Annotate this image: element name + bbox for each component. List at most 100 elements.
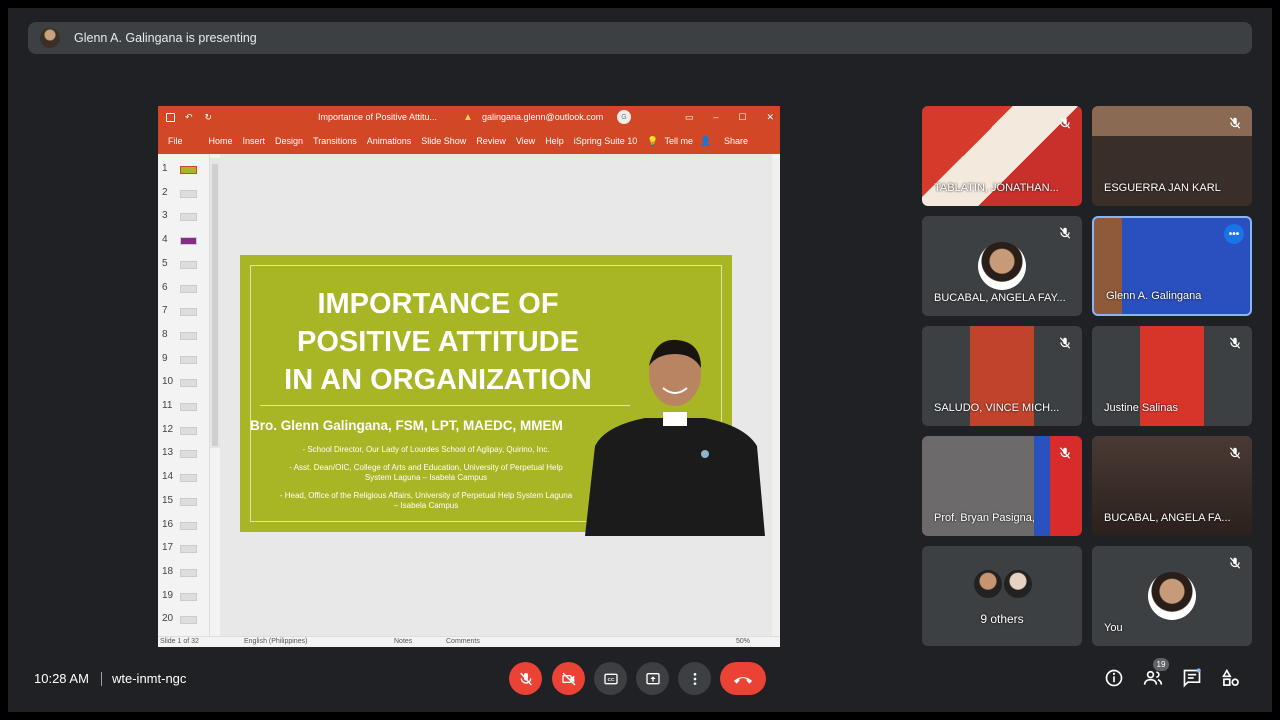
zoom-level: 50% xyxy=(736,638,751,645)
captions-icon: CC xyxy=(603,673,618,684)
slide-thumbnail: 17 xyxy=(162,539,206,559)
slide-thumbnail: 7 xyxy=(162,302,206,322)
slide-mini xyxy=(180,545,197,554)
more-options-button[interactable] xyxy=(678,662,711,695)
slide-thumbnail: 1 xyxy=(162,160,206,180)
thumb-scrollbar xyxy=(210,158,220,448)
slide-number: 9 xyxy=(162,352,168,364)
clock: 10:28 AM xyxy=(34,671,89,686)
participant-tile[interactable]: BUCABAL, ANGELA FAY... xyxy=(922,216,1082,316)
activities-button[interactable] xyxy=(1220,667,1242,689)
slide-mini xyxy=(180,331,197,340)
participant-tile[interactable]: SALUDO, VINCE MICH... xyxy=(922,326,1082,426)
participant-tile[interactable]: TABLATIN, JONATHAN... xyxy=(922,106,1082,206)
hangup-icon xyxy=(733,676,753,684)
slide-thumbnail: 10 xyxy=(162,373,206,393)
participant-name: Glenn A. Galingana xyxy=(1106,290,1202,302)
ribbon-tab: Transitions xyxy=(313,136,357,146)
slide-thumbnail: 11 xyxy=(162,397,206,417)
speaker-detail: – Isabela Campus xyxy=(393,501,459,510)
redo-icon: ↻ xyxy=(204,111,213,122)
slide-mini xyxy=(180,521,197,530)
slide-thumbnail: 18 xyxy=(162,563,206,583)
speaker-detail: System Laguna – Isabela Campus xyxy=(364,473,488,482)
participant-tile[interactable]: 9 others xyxy=(922,546,1082,646)
avatar xyxy=(972,568,1004,600)
tell-me: Tell me xyxy=(664,136,693,146)
participant-name: You xyxy=(1104,622,1123,634)
ppt-ribbon-tabs: File Home Insert Design Transitions Anim… xyxy=(158,128,780,154)
mic-off-icon xyxy=(1229,117,1241,129)
muted-indicator xyxy=(1058,116,1072,130)
muted-indicator xyxy=(1058,446,1072,460)
close-icon: ✕ xyxy=(766,111,774,122)
mic-off-icon xyxy=(1059,117,1071,129)
muted-indicator xyxy=(1058,336,1072,350)
slide-thumbnail: 12 xyxy=(162,421,206,441)
participant-tile[interactable]: BUCABAL, ANGELA FA... xyxy=(1092,436,1252,536)
account-avatar: G xyxy=(617,110,631,124)
present-button[interactable] xyxy=(636,662,669,695)
slide-mini xyxy=(180,592,197,601)
slide-number: 6 xyxy=(162,281,168,293)
mic-off-icon xyxy=(1229,557,1241,569)
camera-toggle-button[interactable] xyxy=(552,662,585,695)
participant-tile[interactable]: Prof. Bryan Pasigna, xyxy=(922,436,1082,536)
participant-tile[interactable]: ESGUERRA JAN KARL xyxy=(1092,106,1252,206)
participant-tile[interactable]: Justine Salinas xyxy=(1092,326,1252,426)
shared-screen: ↶ ↻ Importance of Positive Attitu... ▲ g… xyxy=(158,106,780,647)
slide-number: 13 xyxy=(162,447,174,459)
slide-thumbnail: 14 xyxy=(162,468,206,488)
meeting-details-button[interactable] xyxy=(1103,667,1125,689)
ribbon-display-icon: ▭ xyxy=(684,111,694,122)
ribbon-tab: Insert xyxy=(242,136,266,146)
slide-thumbnail: 6 xyxy=(162,279,206,299)
ribbon-tab: Slide Show xyxy=(421,136,467,146)
slide-count: Slide 1 of 32 xyxy=(160,638,199,645)
ribbon-tab: Animations xyxy=(366,136,412,146)
avatar xyxy=(1002,568,1034,600)
slide-number: 11 xyxy=(162,400,173,411)
muted-indicator xyxy=(1228,556,1242,570)
mic-off-icon xyxy=(1059,227,1071,239)
slide-mini xyxy=(180,426,197,435)
participant-name: TABLATIN, JONATHAN... xyxy=(934,182,1059,194)
slide-number: 15 xyxy=(162,494,174,506)
slide-thumbnail: 9 xyxy=(162,350,206,370)
minimize-icon: – xyxy=(713,111,719,122)
participant-tile[interactable]: ••• Glenn A. Galingana xyxy=(1092,216,1252,316)
maximize-icon: ☐ xyxy=(738,111,747,122)
tile-options-icon[interactable]: ••• xyxy=(1224,224,1244,244)
presenting-banner: Glenn A. Galingana is presenting xyxy=(28,22,1252,54)
slide-mini xyxy=(180,616,197,625)
comments-toggle: Comments xyxy=(446,638,480,645)
leave-call-button[interactable] xyxy=(720,662,766,695)
slide-number: 17 xyxy=(162,542,174,554)
mic-off-icon xyxy=(1059,337,1071,349)
slide-number: 3 xyxy=(162,210,168,222)
svg-text:CC: CC xyxy=(607,677,614,682)
presenting-text: Glenn A. Galingana is presenting xyxy=(74,31,257,45)
slide-mini xyxy=(180,213,197,222)
mic-toggle-button[interactable] xyxy=(509,662,542,695)
slide-thumbnail: 2 xyxy=(162,184,206,204)
participant-tile[interactable]: You xyxy=(1092,546,1252,646)
meeting-code: wte-inmt-ngc xyxy=(112,671,187,686)
avatar xyxy=(978,242,1026,290)
presenter-avatar xyxy=(40,28,60,48)
participant-name: BUCABAL, ANGELA FAY... xyxy=(934,292,1066,304)
participant-name: SALUDO, VINCE MICH... xyxy=(934,402,1060,414)
slide-mini xyxy=(180,450,197,459)
captions-button[interactable]: CC xyxy=(594,662,627,695)
speaker-name: Bro. Glenn Galingana, FSM, LPT, MAEDC, M… xyxy=(250,418,563,433)
slide-mini xyxy=(180,474,197,483)
slide-thumbnails: 1 2 3 4 5 6 7 8 9 10 11 12 13 14 15 16 17 18 19 20 xyxy=(158,154,210,636)
slide-mini xyxy=(180,568,197,577)
divider xyxy=(101,672,102,686)
ribbon-tab: Help xyxy=(545,136,564,146)
participant-name: Prof. Bryan Pasigna, xyxy=(934,512,1035,524)
participant-name: Justine Salinas xyxy=(1104,402,1178,414)
chat-button[interactable] xyxy=(1181,667,1203,689)
mic-off-icon xyxy=(1059,447,1071,459)
speaker-detail: - Asst. Dean/OIC, College of Arts and Ed… xyxy=(289,463,563,472)
